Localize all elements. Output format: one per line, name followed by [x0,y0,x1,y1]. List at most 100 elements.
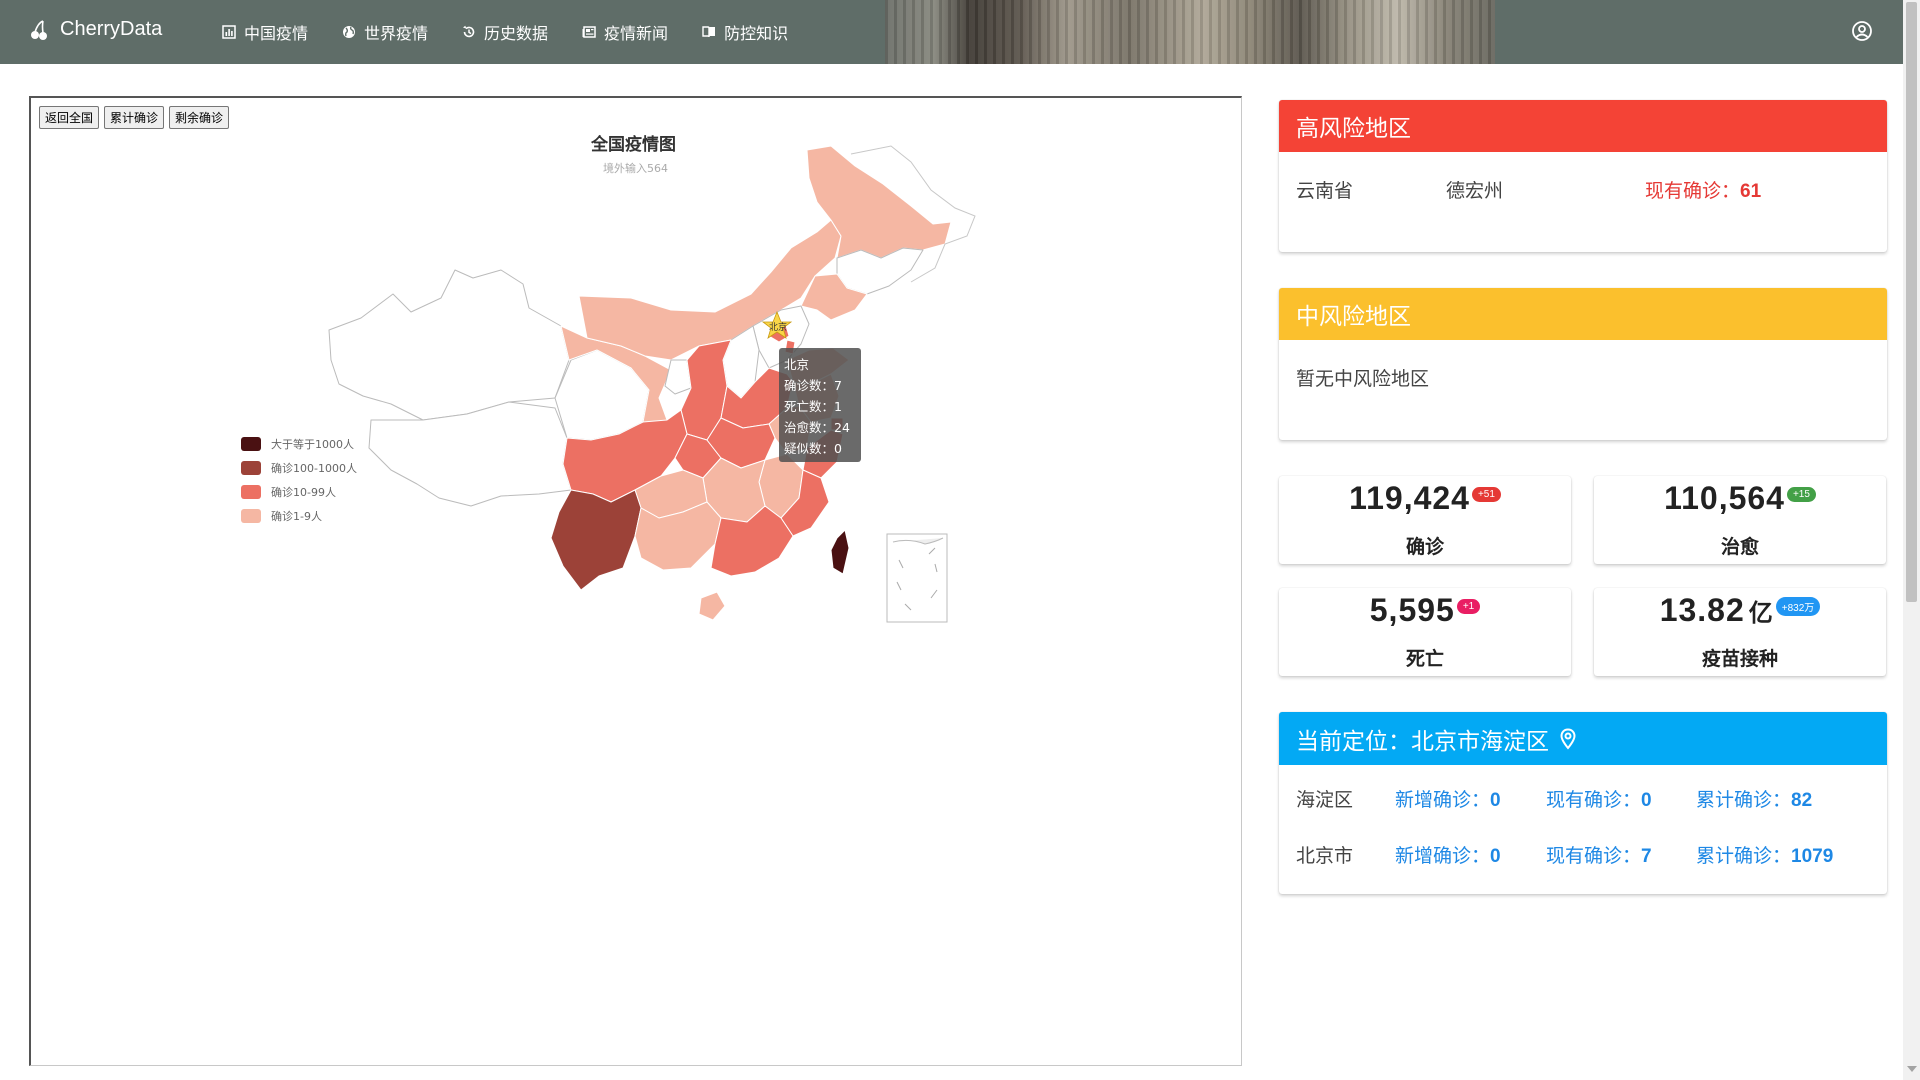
main-nav: 中国疫情 世界疫情 历史数据 疫情新闻 防控知识 [222,0,788,64]
stat-cured-label: 治愈 [1720,536,1759,558]
location-new-label: 新增确诊： [1395,789,1491,811]
legend-item[interactable]: 确诊1-9人 [241,504,357,528]
stat-cured-value-row: 110,564 +15 [1594,480,1886,517]
stat-confirmed-value: 119,424 [1349,480,1470,516]
stat-confirmed-card: 119,424 +51 确诊 [1279,476,1571,564]
nav-world-label: 世界疫情 [364,24,429,43]
legend-label: 确诊100-1000人 [271,462,357,475]
location-current-label: 现有确诊： [1546,789,1642,811]
stat-cured-delta-badge: +15 [1786,487,1816,503]
location-total: 累计确诊：1079 [1696,841,1833,868]
newspaper-icon [582,26,596,38]
risk-count-label: 现有确诊： [1645,180,1741,202]
risk-province: 云南省 [1296,180,1354,202]
mid-risk-empty-text: 暂无中风险地区 [1296,368,1430,390]
legend-item[interactable]: 大于等于1000人 [241,432,357,456]
beijing-marker-label: 北京 [769,321,787,333]
stat-death-label: 死亡 [1405,648,1444,670]
nav-world[interactable]: 世界疫情 [342,20,428,44]
mid-risk-row: 暂无中风险地区 [1279,340,1887,410]
legend-label: 确诊10-99人 [271,486,336,499]
book-icon [702,26,716,38]
map-region-taiwan [830,529,850,575]
account-circle-icon[interactable] [1851,20,1873,42]
header-background-photo [885,0,1495,64]
high-risk-title: 高风险地区 [1279,100,1887,152]
nav-news-label: 疫情新闻 [604,24,669,43]
china-map[interactable]: 北京 [31,98,1244,798]
stat-cured-card: 110,564 +15 治愈 [1594,476,1886,564]
location-row-district: 海淀区 新增确诊：0 现有确诊：0 累计确诊：82 [1279,765,1887,821]
legend-swatch [241,437,261,451]
stat-vaccine-unit: 亿 [1748,600,1774,627]
location-total-label: 累计确诊： [1696,845,1792,867]
map-tooltip: 北京 确诊数：7 死亡数：1 治愈数：24 疑似数：0 [779,348,861,462]
china-map-panel: 返回全国 累计确诊 剩余确诊 全国疫情图 境外输入564 北京 大于等于1000… [29,96,1242,1066]
stat-vaccine-delta-badge: +832万 [1775,597,1821,617]
nav-news[interactable]: 疫情新闻 [582,20,668,44]
location-total: 累计确诊：82 [1696,785,1812,812]
map-region-tibet [368,401,572,507]
legend-swatch [241,461,261,475]
map-region-xinjiang [328,269,570,421]
south-china-sea-inset [886,533,948,623]
location-place: 海淀区 [1296,789,1354,811]
tooltip-title: 北京 [784,357,810,372]
nav-knowledge[interactable]: 防控知识 [702,20,788,44]
location-total-value: 82 [1791,790,1813,811]
high-risk-card: 高风险地区 云南省 德宏州 现有确诊：61 [1279,100,1887,252]
location-current: 现有确诊：0 [1546,785,1652,812]
stat-vaccine-card: 13.82 亿 +832万 疫苗接种 [1594,588,1886,676]
cherry-logo-icon [31,19,47,40]
stat-vaccine-value: 13.82 [1659,592,1745,628]
location-total-label: 累计确诊： [1696,789,1792,811]
map-region-hainan [698,591,726,621]
nav-china[interactable]: 中国疫情 [222,20,308,44]
nav-history[interactable]: 历史数据 [462,20,548,44]
high-risk-row: 云南省 德宏州 现有确诊：61 [1279,152,1887,222]
nav-china-label: 中国疫情 [244,24,309,43]
location-total-value: 1079 [1791,846,1834,867]
location-title: 当前定位：北京市海淀区 [1296,728,1549,755]
location-new: 新增确诊：0 [1395,841,1501,868]
stat-cured-value: 110,564 [1664,480,1785,516]
legend-swatch [241,509,261,523]
scroll-down-arrow-icon[interactable] [1907,1066,1917,1072]
tooltip-line: 死亡数：1 [784,399,842,414]
stat-death-delta-badge: +1 [1456,599,1481,615]
legend-item[interactable]: 确诊100-1000人 [241,456,357,480]
stat-confirmed-delta-badge: +51 [1471,487,1501,503]
legend-swatch [241,485,261,499]
location-place: 北京市 [1296,845,1354,867]
tooltip-line: 治愈数：24 [784,420,850,435]
legend-item[interactable]: 确诊10-99人 [241,480,357,504]
nav-history-label: 历史数据 [484,24,549,43]
nav-knowledge-label: 防控知识 [724,24,789,43]
location-row-city: 北京市 新增确诊：0 现有确诊：7 累计确诊：1079 [1279,821,1887,877]
map-region-yunnan [550,489,642,591]
risk-count-value: 61 [1740,181,1762,202]
globe-icon [343,26,356,38]
current-location-card: 当前定位：北京市海淀区 海淀区 新增确诊：0 现有确诊：0 累计确诊：82 北京… [1279,712,1887,894]
location-current: 现有确诊：7 [1546,841,1652,868]
location-pin-icon[interactable] [1559,727,1577,750]
location-new-label: 新增确诊： [1395,845,1491,867]
risk-city: 德宏州 [1446,180,1504,202]
history-icon [463,25,475,38]
tooltip-line: 确诊数：7 [784,378,842,393]
stat-vaccine-label: 疫苗接种 [1701,648,1778,670]
location-new: 新增确诊：0 [1395,785,1501,812]
mid-risk-card: 中风险地区 暂无中风险地区 [1279,288,1887,440]
location-current-value: 0 [1641,790,1652,811]
stat-death-card: 5,595 +1 死亡 [1279,588,1571,676]
scrollbar-thumb[interactable] [1906,2,1917,602]
stat-confirmed-label: 确诊 [1405,536,1444,558]
bar-chart-icon [222,25,236,39]
stat-death-value: 5,595 [1369,592,1455,628]
brand[interactable]: CherryData [30,18,162,41]
location-new-value: 0 [1490,846,1501,867]
risk-count: 现有确诊：61 [1645,176,1761,203]
stat-confirmed-value-row: 119,424 +51 [1279,480,1571,517]
location-new-value: 0 [1490,790,1501,811]
brand-name: CherryData [60,18,163,40]
